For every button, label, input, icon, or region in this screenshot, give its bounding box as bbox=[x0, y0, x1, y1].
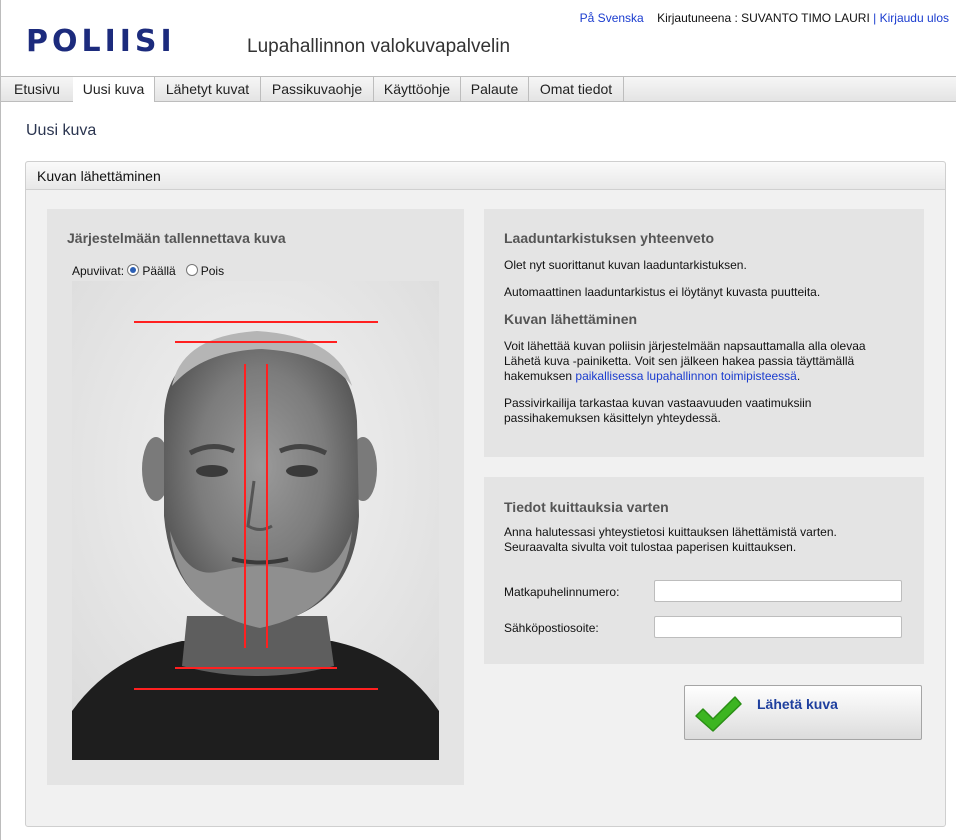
quality-line-1: Olet nyt suorittanut kuvan laaduntarkist… bbox=[504, 258, 747, 272]
page-left-border bbox=[0, 0, 1, 840]
review-text-line-2: passihakemuksen käsittelyn yhteydessä. bbox=[504, 411, 721, 425]
panel-header: Kuvan lähettäminen bbox=[26, 162, 945, 190]
receipt-heading: Tiedot kuittauksia varten bbox=[504, 499, 669, 515]
local-office-link[interactable]: paikallisessa lupahallinnon toimipistees… bbox=[575, 369, 796, 383]
tab-uusi-kuva[interactable]: Uusi kuva bbox=[73, 77, 155, 102]
send-heading: Kuvan lähettäminen bbox=[504, 311, 638, 327]
quality-heading: Laaduntarkistuksen yhteenveto bbox=[504, 230, 715, 246]
panel-title: Kuvan lähettäminen bbox=[37, 168, 161, 184]
send-text-line-3: hakemuksen paikallisessa lupahallinnon t… bbox=[504, 369, 866, 384]
tab-etusivu[interactable]: Etusivu bbox=[0, 77, 74, 101]
send-text-prefix: hakemuksen bbox=[504, 369, 573, 383]
tab-palaute[interactable]: Palaute bbox=[461, 77, 529, 101]
logout-link[interactable]: Kirjaudu ulos bbox=[880, 11, 949, 25]
email-label: Sähköpostiosoite: bbox=[504, 621, 599, 635]
guides-toggle: Apuviivat: Päällä Pois bbox=[72, 264, 224, 279]
passport-photo-image bbox=[72, 281, 439, 760]
phone-input[interactable] bbox=[654, 580, 902, 602]
top-links: På Svenska Kirjautuneena : SUVANTO TIMO … bbox=[580, 11, 949, 25]
send-text-line-1: Voit lähettää kuvan poliisin järjestelmä… bbox=[504, 339, 866, 353]
tab-omat-tiedot[interactable]: Omat tiedot bbox=[529, 77, 624, 101]
send-photo-button[interactable]: Lähetä kuva bbox=[684, 685, 922, 740]
receipt-desc-line-1: Anna halutessasi yhteystietosi kuittauks… bbox=[504, 525, 837, 539]
email-input[interactable] bbox=[654, 616, 902, 638]
page-title: Uusi kuva bbox=[26, 122, 97, 139]
app-title: Lupahallinnon valokuvapalvelin bbox=[247, 36, 511, 57]
review-text-line-1: Passivirkailija tarkastaa kuvan vastaavu… bbox=[504, 396, 812, 410]
poliisi-logo: POLIISI bbox=[26, 24, 176, 59]
photo-heading: Järjestelmään tallennettava kuva bbox=[67, 230, 286, 246]
guides-off-label: Pois bbox=[200, 264, 225, 278]
tab-lahetyt-kuvat[interactable]: Lähetyt kuvat bbox=[155, 77, 261, 101]
guides-on-label: Päällä bbox=[142, 264, 176, 278]
main-navigation: Etusivu Uusi kuva Lähetyt kuvat Passikuv… bbox=[0, 76, 956, 102]
send-instructions: Voit lähettää kuvan poliisin järjestelmä… bbox=[504, 339, 866, 384]
receipt-description: Anna halutessasi yhteystietosi kuittauks… bbox=[504, 525, 837, 555]
swedish-language-link[interactable]: På Svenska bbox=[580, 11, 644, 25]
guides-label: Apuviivat: bbox=[72, 264, 125, 278]
guides-on-radio[interactable]: Päällä bbox=[127, 264, 176, 278]
checkmark-icon bbox=[695, 696, 742, 732]
radio-on-icon bbox=[127, 264, 140, 276]
receipt-desc-line-2: Seuraavalta sivulta voit tulostaa paperi… bbox=[504, 540, 797, 554]
radio-off-icon bbox=[185, 264, 198, 276]
passport-photo bbox=[72, 281, 439, 760]
send-button-label: Lähetä kuva bbox=[757, 696, 838, 712]
quality-line-2: Automaattinen laaduntarkistus ei löytäny… bbox=[504, 285, 821, 299]
tab-kayttoohje[interactable]: Käyttöohje bbox=[374, 77, 461, 101]
phone-label: Matkapuhelinnumero: bbox=[504, 585, 620, 599]
separator: | bbox=[873, 11, 877, 25]
logged-in-user: Kirjautuneena : SUVANTO TIMO LAURI bbox=[657, 11, 870, 25]
review-text: Passivirkailija tarkastaa kuvan vastaavu… bbox=[504, 396, 811, 426]
tab-passikuvaohje[interactable]: Passikuvaohje bbox=[261, 77, 374, 101]
send-text-suffix: . bbox=[796, 369, 801, 383]
guides-off-radio[interactable]: Pois bbox=[185, 264, 225, 278]
send-text-line-2: Lähetä kuva -painiketta. Voit sen jälkee… bbox=[504, 354, 855, 368]
